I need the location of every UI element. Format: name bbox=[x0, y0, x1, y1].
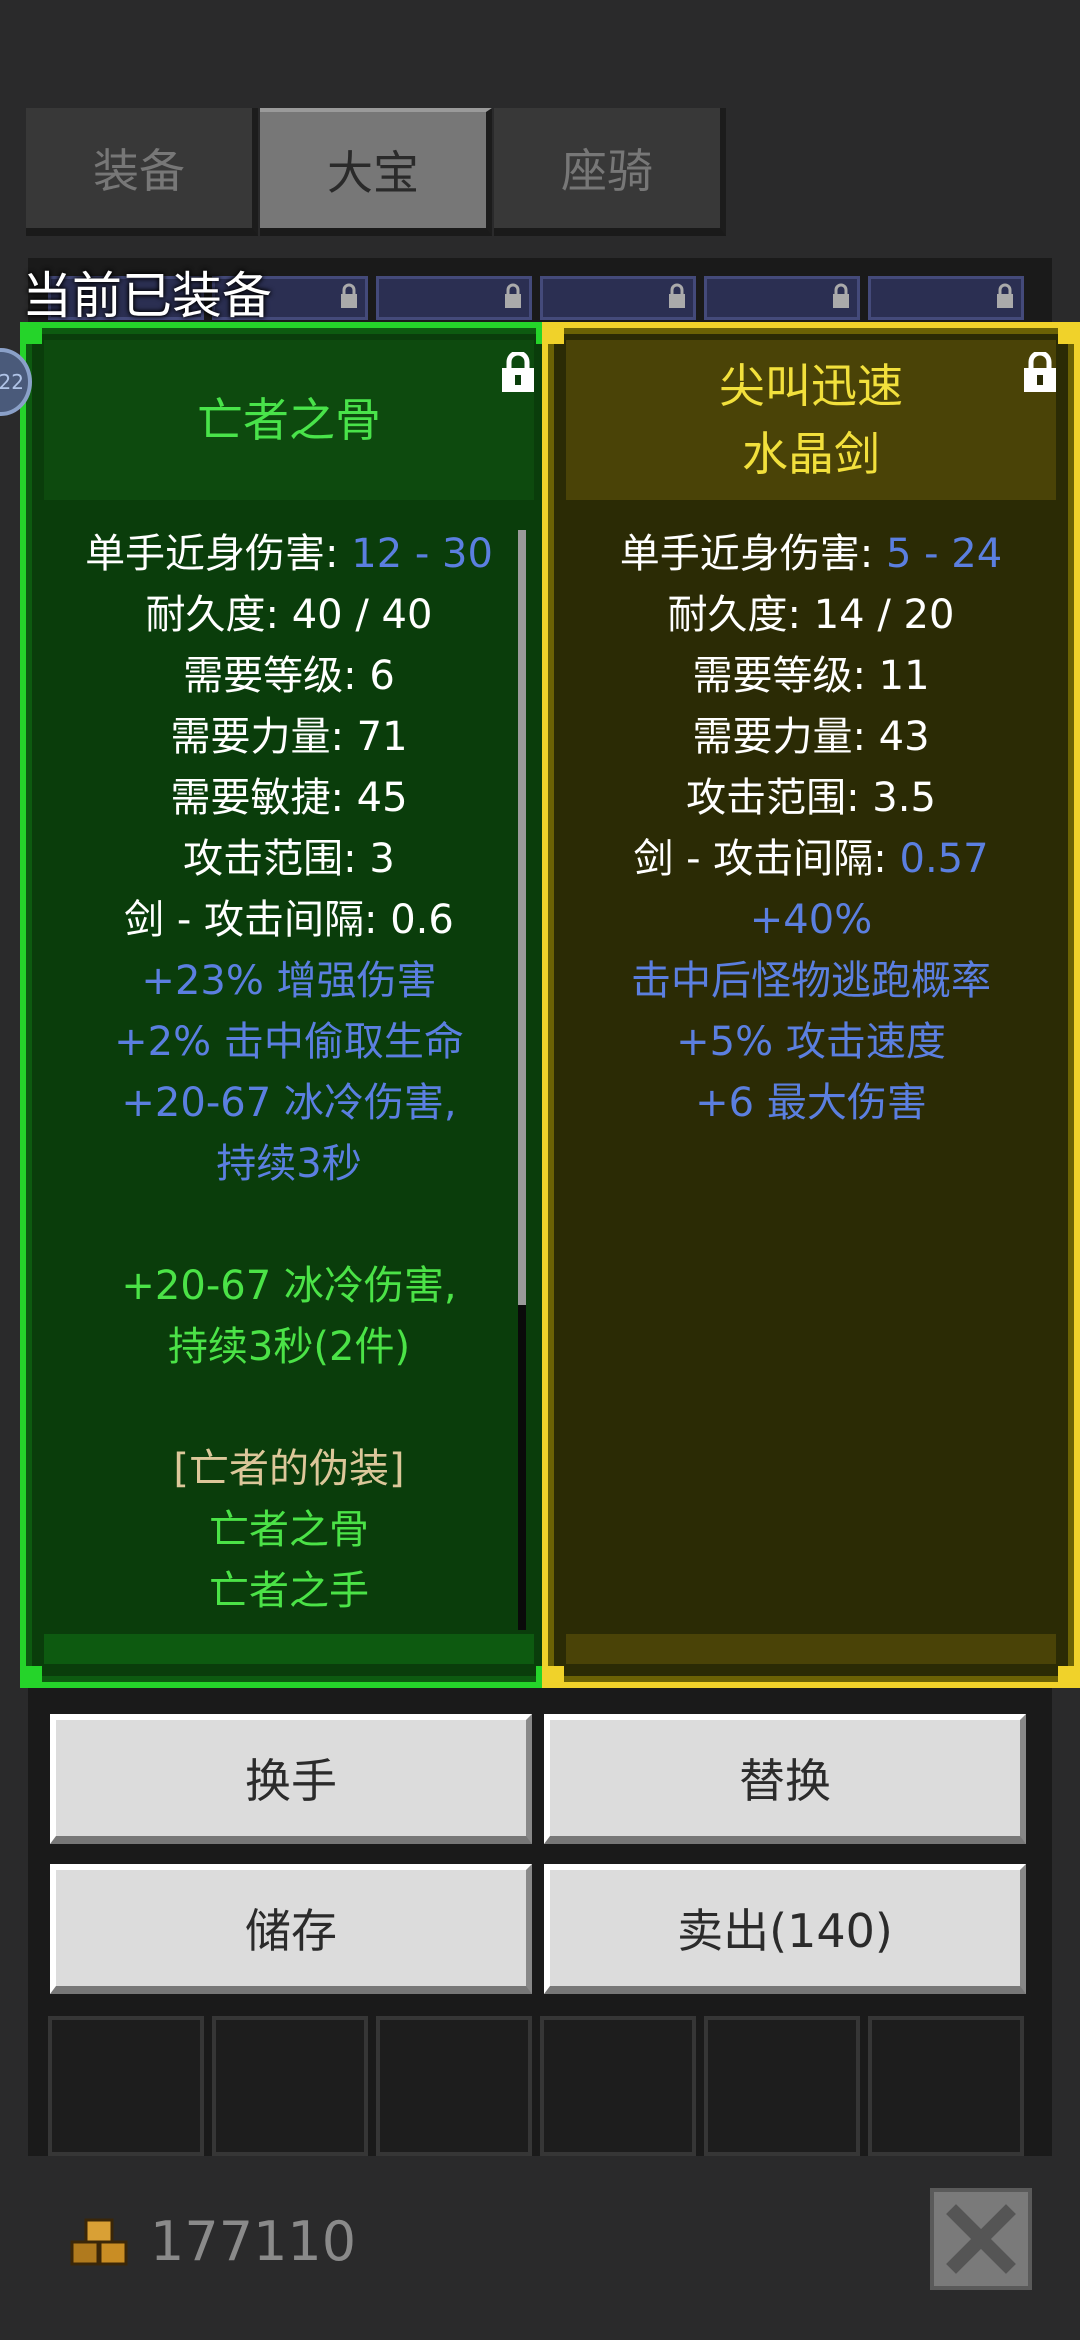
inventory-slot-row bbox=[48, 2016, 1024, 2156]
inventory-slot[interactable] bbox=[376, 2016, 532, 2156]
card-corner bbox=[542, 1666, 564, 1688]
equipped-slot[interactable] bbox=[868, 276, 1024, 320]
stat-req-strength: 需要力量: 71 bbox=[170, 714, 408, 760]
set-item: 亡者之骨 bbox=[209, 1507, 369, 1553]
stat-durability: 耐久度: 40 / 40 bbox=[145, 592, 433, 638]
stat-req-dex: 需要敏捷: 45 bbox=[170, 775, 408, 821]
equipped-label: 当前已装备 bbox=[22, 267, 272, 325]
card-corner bbox=[1058, 322, 1080, 344]
item-stats: 单手近身伤害: 5 - 24 耐久度: 14 / 20 需要等级: 11 需要力… bbox=[566, 524, 1056, 1134]
replace-button[interactable]: 替换 bbox=[544, 1714, 1026, 1844]
equipped-slot[interactable] bbox=[376, 276, 532, 320]
inventory-slot[interactable] bbox=[48, 2016, 204, 2156]
item-name-line: 尖叫迅速 bbox=[719, 359, 903, 413]
item-name-line: 水晶剑 bbox=[742, 427, 880, 481]
stat-req-level: 需要等级: 11 bbox=[692, 653, 930, 699]
item-name-block: 亡者之骨 bbox=[44, 340, 534, 500]
gold-amount: 177110 bbox=[150, 2210, 357, 2273]
card-corner bbox=[542, 322, 564, 344]
set-bonus: +20-67 冰冷伤害, bbox=[121, 1263, 457, 1309]
magic-property: +5% 攻击速度 bbox=[676, 1019, 946, 1065]
inventory-slot[interactable] bbox=[540, 2016, 696, 2156]
magic-property: +23% 增强伤害 bbox=[141, 958, 437, 1004]
magic-property: 击中后怪物逃跑概率 bbox=[631, 958, 991, 1004]
scrollbar-thumb[interactable] bbox=[518, 530, 526, 1305]
tab-treasure[interactable]: 大宝 bbox=[260, 108, 492, 236]
tab-bar: 装备 大宝 座骑 bbox=[26, 108, 726, 244]
magic-property: 持续3秒 bbox=[216, 1141, 362, 1187]
scrollbar[interactable] bbox=[518, 530, 526, 1630]
sell-button[interactable]: 卖出(140) bbox=[544, 1864, 1026, 1994]
set-name: [亡者的伪装] bbox=[173, 1446, 405, 1492]
stat-req-strength: 需要力量: 43 bbox=[692, 714, 930, 760]
magic-property: +40% bbox=[749, 897, 873, 943]
item-name-block: 尖叫迅速 水晶剑 bbox=[566, 340, 1056, 500]
lock-icon[interactable] bbox=[500, 352, 536, 394]
equipped-slot[interactable] bbox=[704, 276, 860, 320]
stat-damage: 单手近身伤害: 5 - 24 bbox=[619, 531, 1003, 577]
close-icon bbox=[946, 2204, 1016, 2274]
stat-req-level: 需要等级: 6 bbox=[183, 653, 395, 699]
gold-coins-icon bbox=[70, 2218, 128, 2266]
set-bonus: 持续3秒(2件) bbox=[167, 1324, 411, 1370]
lock-icon bbox=[669, 283, 685, 308]
stat-damage: 单手近身伤害: 12 - 30 bbox=[85, 531, 493, 577]
tab-equipment[interactable]: 装备 bbox=[26, 108, 258, 236]
inventory-slot[interactable] bbox=[868, 2016, 1024, 2156]
item-stats: 单手近身伤害: 12 - 30 耐久度: 40 / 40 需要等级: 6 需要力… bbox=[44, 524, 534, 1622]
store-button[interactable]: 储存 bbox=[50, 1864, 532, 1994]
lock-icon bbox=[833, 283, 849, 308]
stat-interval: 剑 - 攻击间隔: 0.57 bbox=[633, 836, 989, 882]
swap-hand-button[interactable]: 换手 bbox=[50, 1714, 532, 1844]
stat-range: 攻击范围: 3 bbox=[183, 836, 395, 882]
tab-mount[interactable]: 座骑 bbox=[494, 108, 726, 236]
item-name: 亡者之骨 bbox=[197, 393, 381, 447]
item-card-equipped: 亡者之骨 单手近身伤害: 12 - 30 耐久度: 40 / 40 需要等级: … bbox=[20, 322, 558, 1688]
magic-property: +6 最大伤害 bbox=[695, 1080, 927, 1126]
item-card-selected: 尖叫迅速 水晶剑 单手近身伤害: 5 - 24 耐久度: 14 / 20 需要等… bbox=[542, 322, 1080, 1688]
lock-icon[interactable] bbox=[1022, 352, 1058, 394]
inventory-slot[interactable] bbox=[704, 2016, 860, 2156]
card-corner bbox=[20, 1666, 42, 1688]
card-corner bbox=[20, 322, 42, 344]
lock-icon bbox=[505, 283, 521, 308]
card-footer bbox=[44, 1634, 534, 1664]
lock-icon bbox=[997, 283, 1013, 308]
close-button[interactable] bbox=[930, 2188, 1032, 2290]
set-item: 亡者之手 bbox=[209, 1568, 369, 1614]
stat-durability: 耐久度: 14 / 20 bbox=[667, 592, 955, 638]
inventory-slot[interactable] bbox=[212, 2016, 368, 2156]
equipped-slot[interactable] bbox=[540, 276, 696, 320]
stat-interval: 剑 - 攻击间隔: 0.6 bbox=[124, 897, 454, 943]
card-corner bbox=[1058, 1666, 1080, 1688]
magic-property: +20-67 冰冷伤害, bbox=[121, 1080, 457, 1126]
card-footer bbox=[566, 1634, 1056, 1664]
lock-icon bbox=[341, 283, 357, 308]
stat-range: 攻击范围: 3.5 bbox=[686, 775, 936, 821]
magic-property: +2% 击中偷取生命 bbox=[114, 1019, 464, 1065]
